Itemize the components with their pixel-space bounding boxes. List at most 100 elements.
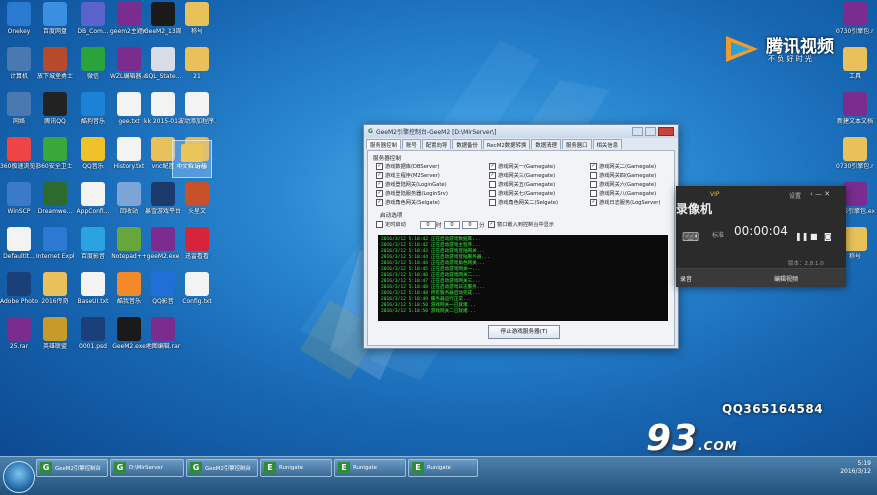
desktop-icon[interactable]: WinSCP [0,182,38,215]
server-checkbox[interactable]: 游戏网关七(Gamegate) [489,190,555,197]
stop-record-button[interactable]: ■ [810,232,818,241]
start-button[interactable] [3,461,35,493]
desktop-icon[interactable]: 25.rar [0,317,38,350]
desktop-icon[interactable]: 百度影音 [74,227,112,260]
tab-0[interactable]: 服务器控制 [366,139,401,149]
camera-icon[interactable]: ◙ [824,232,832,241]
edit-video-button[interactable]: 编辑视频 [774,274,798,283]
desktop-icon[interactable]: geem2主题mp4.rar [110,2,148,35]
desktop-icon[interactable]: 火星文 [178,182,216,215]
desktop-icon[interactable]: geeM2.exe [144,227,182,260]
timer-sep-input[interactable]: 0 [462,221,478,229]
desktop-icon[interactable]: History.txt [110,137,148,170]
server-checkbox[interactable]: ✓ 游戏登陆服务器(LoginSrv) [376,190,448,197]
desktop-icon[interactable]: 酷我音乐 [110,272,148,305]
desktop-icon[interactable]: 网络 [0,92,38,125]
desktop-icon[interactable]: 地图编辑.rar [144,317,182,350]
selected-file-icon[interactable]: 中文名.bmp [172,140,212,178]
desktop-icon[interactable]: 腾讯QQ [36,92,74,125]
tab-6[interactable]: 服务器口 [561,139,592,149]
desktop-icon[interactable]: Defaultlt... [0,227,38,260]
server-checkbox[interactable]: ✓ 游戏主程序(M2Server) [376,172,440,179]
settings-link[interactable]: 设置 [789,191,801,200]
taskbar-item[interactable]: E Runigate [334,459,406,477]
recorder-window-controls[interactable]: ‹ — ✕ [810,190,830,198]
desktop-icon[interactable]: 计算机 [0,47,38,80]
desktop-icon[interactable]: 0001.psd [74,317,112,350]
server-checkbox[interactable]: ✓ 游戏角色网关(Selgate) [376,199,440,206]
server-checkbox[interactable]: ✓ 游戏网关二(Gamegate) [590,163,656,170]
maximize-button[interactable] [645,127,656,136]
tab-3[interactable]: 数据备份 [452,139,482,149]
timer-checkbox[interactable]: 定时启动 [376,221,406,228]
desktop-icon[interactable]: 工具 [836,47,874,80]
clock-date[interactable]: 2016/3/12 [840,468,871,476]
server-checkbox[interactable]: 游戏网关四(Gamegate) [590,172,656,179]
desktop-icon[interactable]: 回收站 [110,182,148,215]
desktop-icon-label: SQL_State... [144,73,182,80]
tab-1[interactable]: 账号 [401,139,421,149]
desktop-icon[interactable]: 迅雷看看 [178,227,216,260]
desktop-icon[interactable]: Notepad++ [110,227,148,260]
taskbar-item[interactable]: E Runigate [408,459,478,477]
tab-5[interactable]: 数据清理 [531,139,561,149]
taskbar-item[interactable]: E Runigate [260,459,332,477]
server-checkbox[interactable]: ✓ 游戏网关三(Gamegate) [489,172,555,179]
timer-min-input[interactable]: 0 [444,221,460,229]
desktop-icon[interactable]: 波动添加程序.txt [178,92,216,125]
desktop-icon[interactable]: QQ音乐 [74,137,112,170]
desktop-icon[interactable]: DB_Com... [74,2,112,35]
taskbar-item[interactable]: G D:\MirServer [110,459,184,477]
desktop-icon[interactable]: Adobe Photosh... [0,272,38,305]
tab-2[interactable]: 配置向导 [421,139,452,149]
taskbar-item[interactable]: G GeeM2引擎控制台 [186,459,258,477]
stop-server-button[interactable]: 停止游戏服务器(T) [488,325,560,339]
window-titlebar[interactable]: G GeeM2引擎控制台-GeeM2 [D:\MirServer\] [364,125,678,138]
desktop-icon[interactable]: 百度网盘 [36,2,74,35]
desktop-icon[interactable]: GeeM2_13周年登录... [144,2,182,35]
server-checkbox[interactable]: 游戏网关六(Gamegate) [590,181,656,188]
desktop-icon[interactable]: kk 2015-01-... [144,92,182,125]
taskbar-item[interactable]: G GeeM2引擎控制台 [36,459,108,477]
desktop-icon[interactable]: Onekey [0,2,38,35]
server-checkbox[interactable]: ✓ 游戏登陆网关(LoginGate) [376,181,447,188]
close-button[interactable] [658,127,674,136]
desktop-icon[interactable]: gee.txt [110,92,148,125]
desktop-icon[interactable]: SQL_State... [144,47,182,80]
desktop-icon[interactable]: AppConfi... [74,182,112,215]
tab-7[interactable]: 相关信息 [592,139,623,149]
desktop-icon[interactable]: Internet Explorer [36,227,74,260]
audio-button[interactable]: 录音 [680,274,692,283]
desktop-icon[interactable]: 英雄联盟 [36,317,74,350]
server-checkbox[interactable]: ✓ 游戏数据库(DBServer) [376,163,439,170]
desktop-icon[interactable]: 酷狗音乐 [74,92,112,125]
timer-hour-input[interactable]: 0 [420,221,436,229]
desktop-icon[interactable]: 2016传奇 [36,272,74,305]
desktop-icon[interactable]: 新建文本文档 [836,92,874,125]
desktop-icon[interactable]: Config.txt [178,272,216,305]
desktop-icon[interactable]: GeeM2.exe [110,317,148,350]
server-checkbox[interactable]: ✓ 游戏网关一(Gamegate) [489,163,555,170]
desktop-icon[interactable]: Dreamwe... [36,182,74,215]
server-checkbox[interactable]: 游戏角色网关二(Selgate) [489,199,558,206]
minimize-button[interactable] [632,127,643,136]
server-checkbox[interactable]: 游戏网关八(Gamegate) [590,190,656,197]
desktop-icon[interactable]: QQ影音 [144,272,182,305]
desktop-icon[interactable]: 放下城堡勇士 [36,47,74,80]
desktop-icon[interactable]: 0730引擎包.rar [836,2,874,35]
desktop-icon[interactable]: 0730引擎包.rar [836,137,874,170]
desktop-icon[interactable]: 暴雪游戏平台 [144,182,182,215]
desktop-icon[interactable]: 21 [178,47,216,80]
clock-time[interactable]: 5:19 [840,460,871,468]
tab-4[interactable]: RecM2数据转换 [482,139,531,149]
embed-window-checkbox[interactable]: ✓ 窗口嵌入到控制台中显示 [488,221,554,228]
desktop-icon[interactable]: WZL编辑器.exe [110,47,148,80]
pause-button[interactable]: ❚❚ [795,232,808,241]
server-checkbox[interactable]: 游戏网关五(Gamegate) [489,181,555,188]
desktop-icon[interactable]: 微信 [74,47,112,80]
desktop-icon[interactable]: 称号 [178,2,216,35]
desktop-icon[interactable]: BaseUI.txt [74,272,112,305]
desktop-icon[interactable]: 360安全卫士 [36,137,74,170]
server-checkbox[interactable]: ✓ 游戏日志服务(LogServer) [590,199,660,206]
desktop-icon[interactable]: 360极速浏览器 [0,137,38,170]
